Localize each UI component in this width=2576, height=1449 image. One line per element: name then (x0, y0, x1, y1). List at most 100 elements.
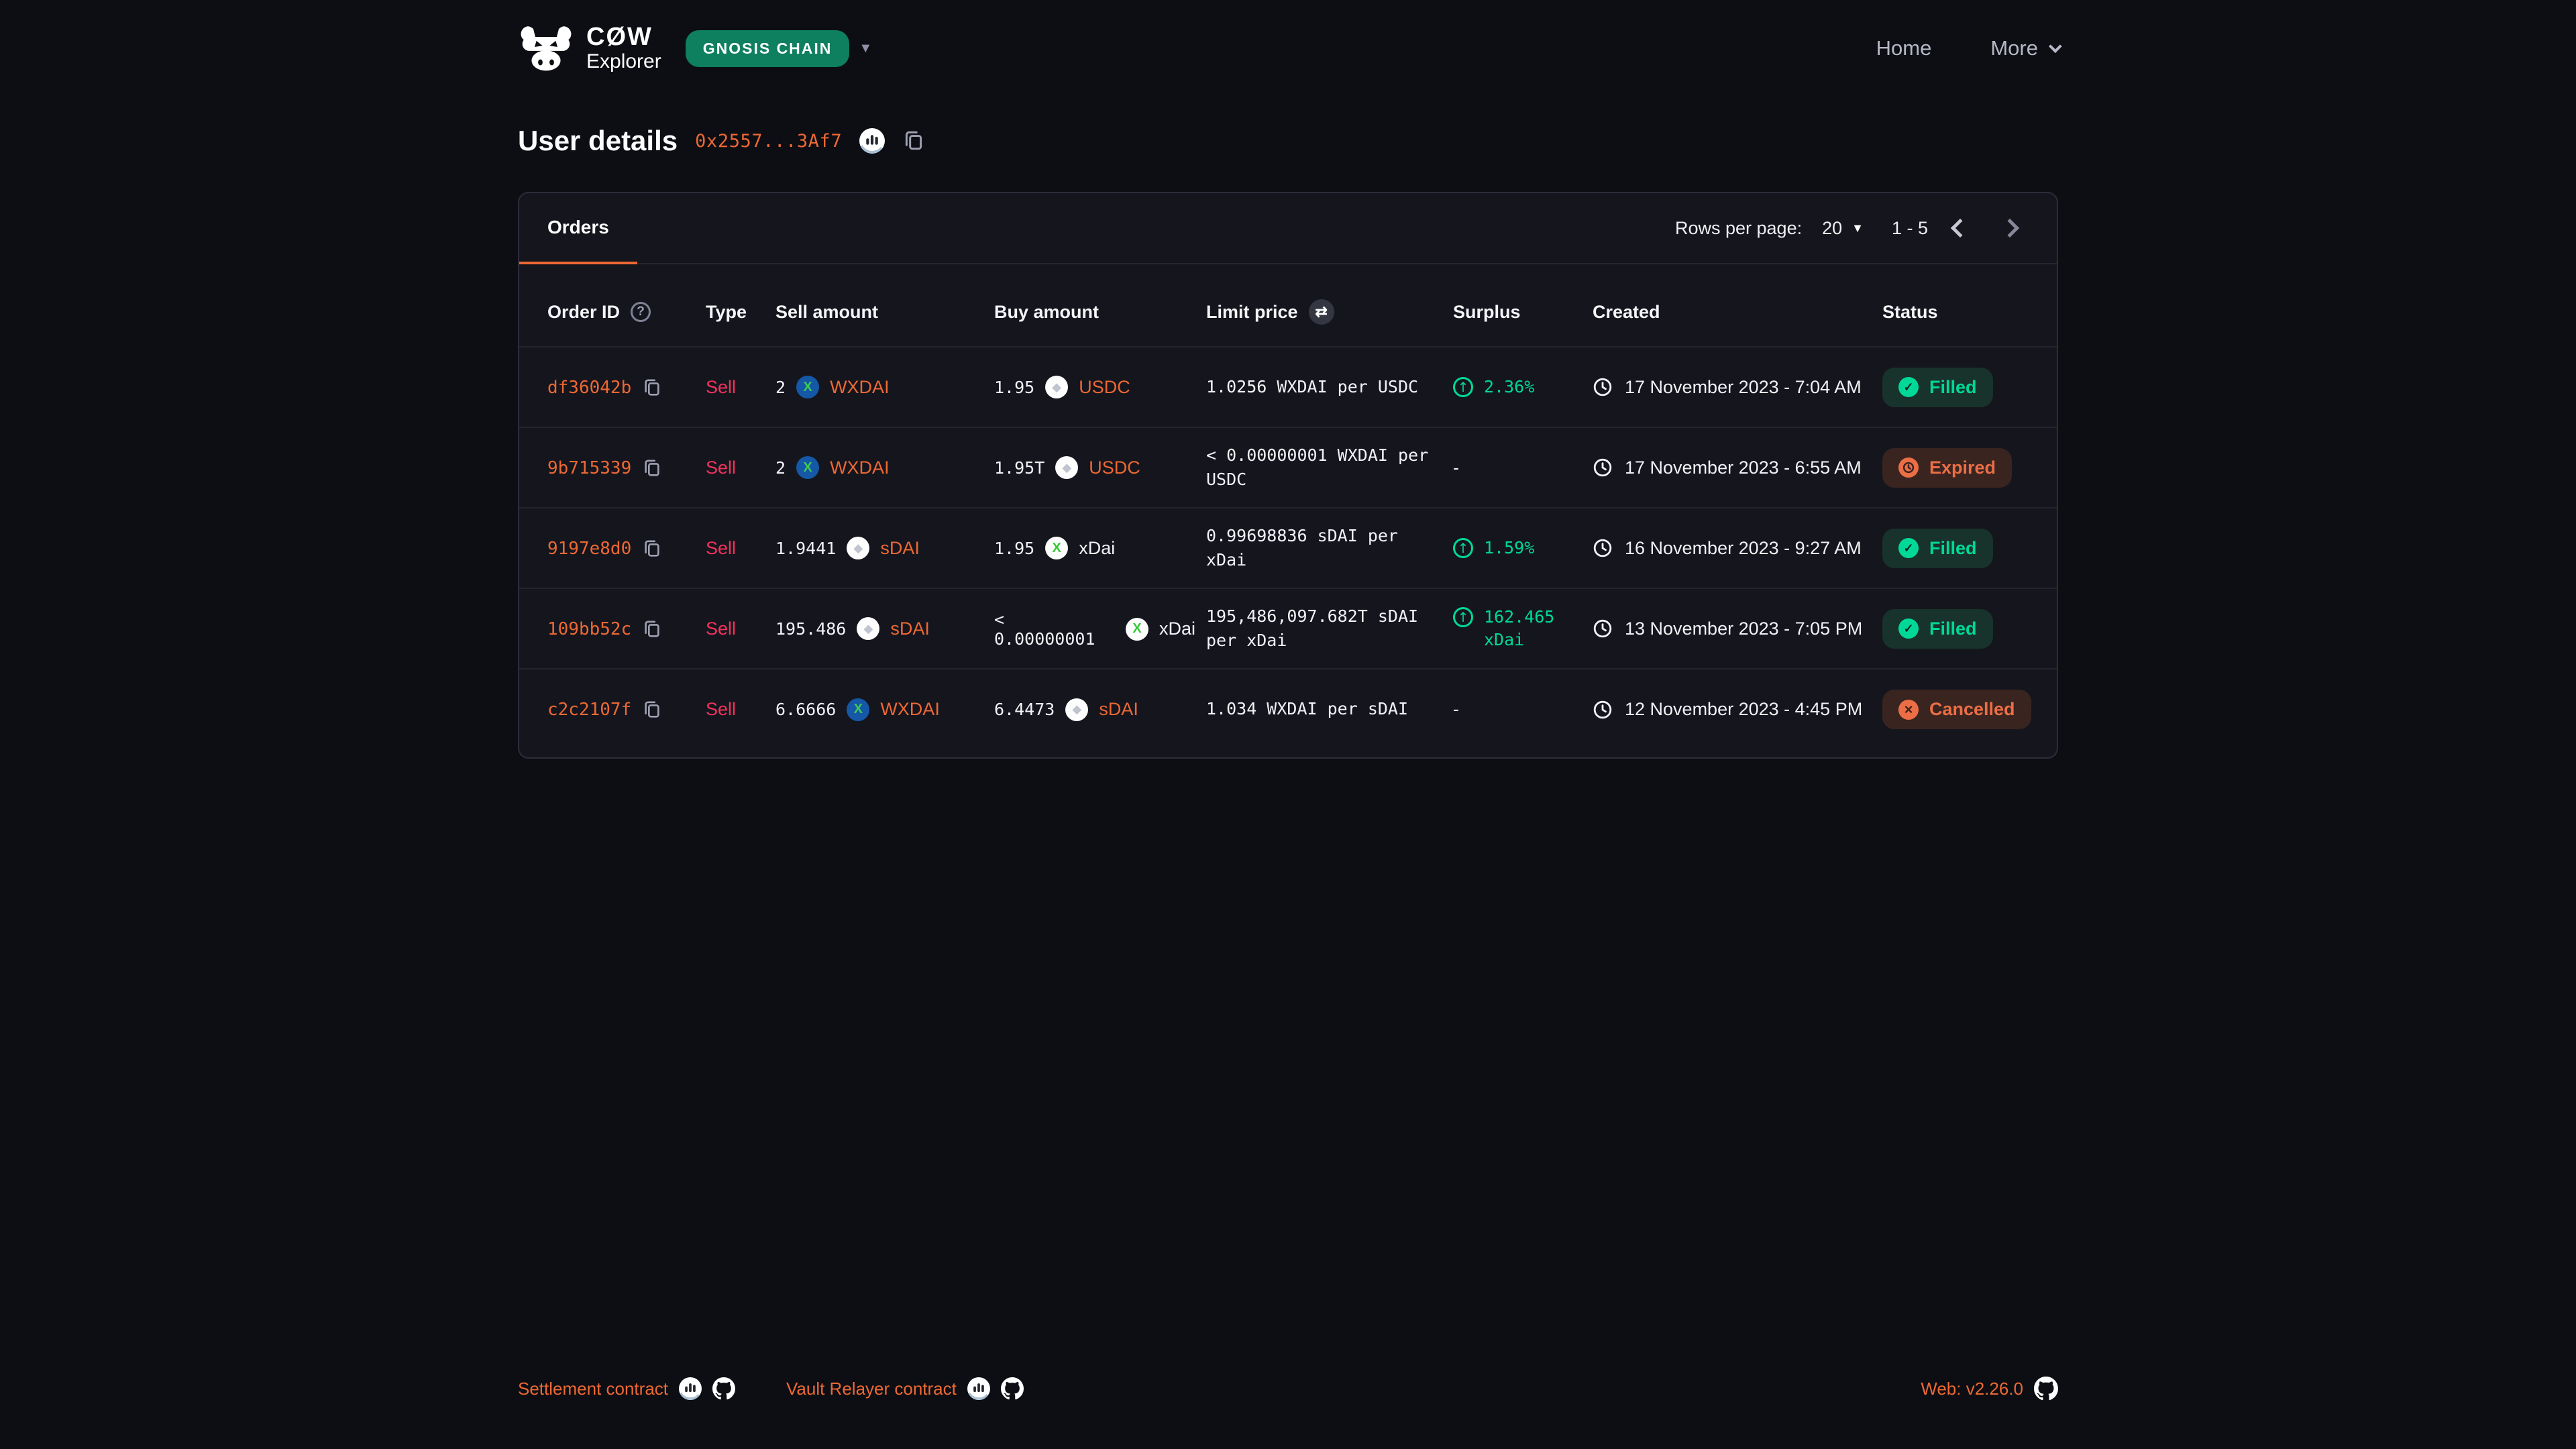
order-id-link[interactable]: df36042b (547, 378, 631, 398)
buy-amount: 1.95 (994, 378, 1034, 397)
surplus-value: 162.465 xDai (1484, 606, 1582, 651)
order-type: Sell (706, 377, 736, 397)
arrow-up-circle-icon: ↑ (1453, 377, 1473, 397)
sell-token-icon (857, 617, 879, 640)
surplus-dash: - (1453, 458, 1459, 478)
created-cell: 16 November 2023 - 9:27 AM (1593, 538, 1872, 559)
buy-token-icon (1045, 537, 1068, 559)
copy-icon[interactable] (642, 539, 662, 559)
copy-address-icon[interactable] (902, 129, 925, 152)
created-date: 12 November 2023 - 4:45 PM (1625, 699, 1862, 720)
next-page-button[interactable] (1992, 211, 2027, 246)
chevron-down-icon (2049, 40, 2062, 53)
status-label: Expired (1929, 458, 1996, 478)
buy-token-link[interactable]: sDAI (1099, 699, 1138, 720)
col-surplus: Surplus (1453, 264, 1593, 347)
order-type: Sell (706, 699, 736, 719)
copy-icon[interactable] (642, 378, 662, 398)
sell-token-icon (796, 376, 819, 398)
page-title: User details (518, 125, 678, 157)
pagination: Rows per page: 20 ▼ 1 - 5 (1675, 211, 2057, 246)
logo-title: CØW (586, 24, 661, 51)
settlement-contract-link[interactable]: Settlement contract (518, 1379, 668, 1399)
sell-token-link[interactable]: sDAI (880, 538, 920, 559)
status-label: Filled (1929, 619, 1977, 639)
sell-token-link[interactable]: WXDAI (830, 377, 890, 398)
swap-arrows-icon[interactable]: ⇄ (1309, 299, 1334, 325)
footer: Settlement contract Vault Relayer contra… (0, 1377, 2576, 1401)
created-cell: 17 November 2023 - 6:55 AM (1593, 458, 1872, 478)
page-range: 1 - 5 (1892, 218, 1928, 239)
buy-amount: 1.95T (994, 458, 1044, 478)
orders-table: Order ID? Type Sell amount Buy amount Li… (519, 264, 2057, 749)
status-icon: ✓ (1898, 377, 1919, 397)
logo[interactable]: CØW Explorer (518, 24, 661, 72)
buy-token-icon (1126, 618, 1148, 641)
clock-icon (1593, 619, 1613, 639)
github-icon[interactable] (1001, 1377, 1024, 1400)
table-row: df36042b Sell 2 WXDAI 1.95 USDC (519, 347, 2057, 427)
buy-token-link[interactable]: USDC (1089, 458, 1140, 478)
buy-token-icon (1055, 456, 1078, 479)
buy-amount: < 0.00000001 (994, 610, 1115, 649)
status-icon: × (1898, 700, 1919, 720)
table-row: 9b715339 Sell 2 WXDAI 1.95T USDC (519, 427, 2057, 508)
created-date: 16 November 2023 - 9:27 AM (1625, 538, 1862, 559)
copy-icon[interactable] (642, 458, 662, 478)
col-status: Status (1882, 264, 2057, 347)
order-id-link[interactable]: 9197e8d0 (547, 539, 631, 559)
clock-icon (1593, 700, 1613, 720)
prev-page-button[interactable] (1943, 211, 1978, 246)
block-explorer-icon[interactable] (967, 1377, 990, 1400)
network-caret-icon[interactable]: ▼ (859, 41, 872, 56)
buy-amount: 6.4473 (994, 700, 1055, 719)
surplus-cell: ↑ 2.36% (1453, 376, 1582, 398)
created-date: 17 November 2023 - 7:04 AM (1625, 377, 1862, 398)
table-row: c2c2107f Sell 6.6666 WXDAI 6.4473 sDAI (519, 669, 2057, 749)
sell-token-link[interactable]: sDAI (890, 619, 930, 639)
logo-subtitle: Explorer (586, 51, 661, 72)
order-id-link[interactable]: c2c2107f (547, 700, 631, 720)
clock-icon (1593, 377, 1613, 397)
col-order-id: Order ID (547, 302, 620, 323)
nav-home[interactable]: Home (1876, 36, 1932, 60)
order-type: Sell (706, 538, 736, 558)
buy-token-icon (1065, 698, 1088, 721)
sell-token-icon (796, 456, 819, 479)
block-explorer-icon[interactable] (679, 1377, 702, 1400)
github-icon[interactable] (712, 1377, 735, 1400)
main-nav: Home More (1876, 36, 2058, 60)
order-id-link[interactable]: 9b715339 (547, 458, 631, 478)
sell-token-link[interactable]: WXDAI (830, 458, 890, 478)
rows-per-page-select[interactable]: 20 ▼ (1822, 218, 1864, 239)
limit-price: 1.0256 WXDAI per USDC (1206, 375, 1418, 399)
status-badge: ✓ Filled (1882, 529, 1993, 568)
vault-relayer-contract-link[interactable]: Vault Relayer contract (786, 1379, 957, 1399)
copy-icon[interactable] (642, 619, 662, 639)
created-date: 17 November 2023 - 6:55 AM (1625, 458, 1862, 478)
order-type: Sell (706, 619, 736, 639)
sell-amount: 195.486 (775, 619, 846, 639)
tab-orders[interactable]: Orders (519, 193, 637, 264)
copy-icon[interactable] (642, 700, 662, 720)
top-nav: CØW Explorer GNOSIS CHAIN ▼ Home More (0, 0, 2576, 79)
status-icon: ✓ (1898, 538, 1919, 558)
buy-token-icon (1045, 376, 1068, 398)
sell-amount: 2 (775, 378, 786, 397)
col-buy-amount: Buy amount (994, 264, 1206, 347)
status-badge: × Cancelled (1882, 690, 2031, 729)
sell-token-link[interactable]: WXDAI (880, 699, 940, 720)
network-selector[interactable]: GNOSIS CHAIN (686, 30, 850, 67)
surplus-cell: ↑ 1.59% (1453, 537, 1582, 559)
chevron-left-icon (1951, 219, 1970, 237)
github-icon[interactable] (2034, 1377, 2058, 1401)
block-explorer-icon[interactable] (859, 128, 885, 154)
nav-more[interactable]: More (1990, 36, 2058, 60)
help-icon[interactable]: ? (631, 302, 651, 322)
cow-logo-icon (518, 25, 574, 71)
status-badge: ✓ Filled (1882, 609, 1993, 649)
surplus-value: 2.36% (1484, 376, 1534, 398)
surplus-dash: - (1453, 699, 1459, 719)
order-id-link[interactable]: 109bb52c (547, 619, 631, 639)
buy-token-link[interactable]: USDC (1079, 377, 1130, 398)
